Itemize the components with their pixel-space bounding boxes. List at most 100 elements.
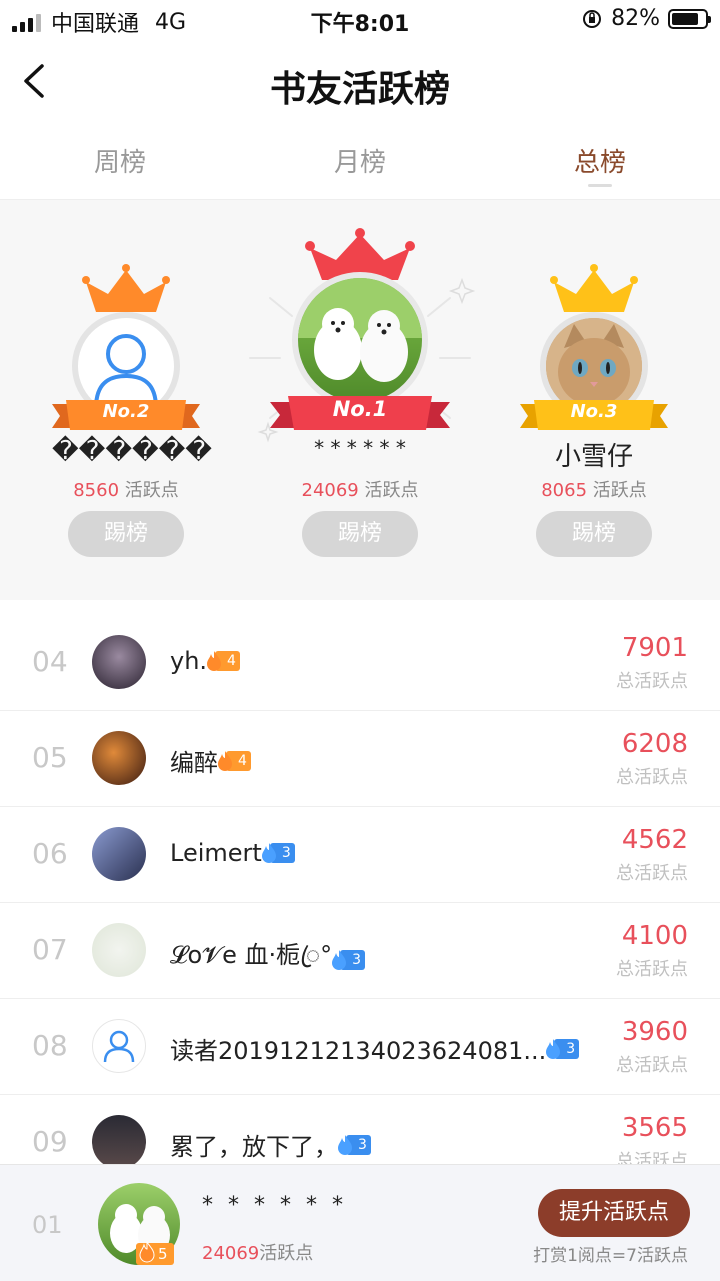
list-item[interactable]: 07 𝓛o𝓥e 血·栀ꦿ° 3 4100 总活跃点 bbox=[0, 903, 720, 999]
active-tab-indicator bbox=[588, 184, 612, 187]
flame-icon bbox=[207, 651, 222, 671]
rank-number: 04 bbox=[32, 645, 68, 678]
flame-icon bbox=[338, 1134, 352, 1155]
reward-hint: 打赏1阅点=7活跃点 bbox=[533, 1246, 688, 1266]
user-points: 8560 活跃点 bbox=[52, 476, 200, 502]
score-label: 总活跃点 bbox=[616, 863, 688, 884]
avatar[interactable] bbox=[92, 635, 146, 689]
score-label: 总活跃点 bbox=[616, 1055, 688, 1076]
crown-icon bbox=[82, 264, 170, 312]
avatar[interactable] bbox=[92, 1115, 146, 1169]
level-value: 3 bbox=[566, 1040, 576, 1057]
kick-button[interactable]: 踢榜 bbox=[536, 511, 652, 557]
podium-third: No.3 小雪仔 8065 活跃点 踢榜 bbox=[520, 260, 668, 560]
user-name-row: Leimert 3 bbox=[170, 839, 295, 867]
rank-badge-label: No.1 bbox=[332, 397, 388, 421]
user-name-row: 读者2019121213402362408​1... 3 bbox=[170, 1031, 610, 1066]
my-ranking-bar: 01 5 * * * * * * 24069活跃点 提升活跃点 打赏1阅点=7活… bbox=[0, 1164, 720, 1281]
points-value: 8065 bbox=[541, 480, 588, 501]
rank-badge-label: No.3 bbox=[570, 401, 618, 422]
level-badge: 3 bbox=[338, 1134, 371, 1155]
score-label: 总活跃点 bbox=[616, 671, 688, 692]
rank-badge-label: No.2 bbox=[102, 401, 150, 422]
list-item[interactable]: 04 yh. 4 7901 总活跃点 bbox=[0, 615, 720, 711]
level-value: 3 bbox=[352, 952, 362, 968]
level-value: 5 bbox=[158, 1245, 168, 1263]
avatar[interactable] bbox=[92, 923, 146, 977]
crown-icon bbox=[550, 264, 638, 312]
user-name: 𝓛o𝓥e 血·栀ꦿ° bbox=[170, 941, 333, 969]
battery-percent: 82% bbox=[611, 6, 660, 31]
rank-number: 08 bbox=[32, 1029, 68, 1062]
level-value: 3 bbox=[358, 1136, 367, 1153]
score-value: 4562 bbox=[621, 825, 688, 855]
rank-number: 09 bbox=[32, 1125, 68, 1158]
score-label: 总活跃点 bbox=[616, 959, 688, 980]
flame-icon bbox=[139, 1241, 155, 1263]
tab-weekly[interactable]: 周榜 bbox=[40, 142, 200, 179]
battery-icon bbox=[668, 8, 711, 29]
score-value: 3565 bbox=[621, 1113, 688, 1143]
user-name: 读者2019121213402362408​1... bbox=[170, 1037, 547, 1065]
status-bar: 中国联通 4G 下午8:01 82% bbox=[0, 0, 720, 40]
user-points: 24069 活跃点 bbox=[270, 476, 450, 502]
level-badge: 4 bbox=[207, 651, 240, 671]
user-points: 8065 活跃点 bbox=[520, 476, 668, 502]
ranking-tabs: 周榜 月榜 总榜 bbox=[0, 128, 720, 200]
avatar[interactable] bbox=[292, 272, 428, 408]
avatar[interactable] bbox=[92, 827, 146, 881]
my-level-badge: 5 bbox=[136, 1241, 174, 1265]
flame-icon bbox=[332, 950, 347, 970]
user-name: ������ bbox=[52, 436, 212, 466]
tab-total[interactable]: 总榜 bbox=[520, 142, 680, 179]
user-name: yh. bbox=[170, 647, 208, 675]
kick-button[interactable]: 踢榜 bbox=[302, 511, 418, 557]
points-value: 8560 bbox=[73, 480, 120, 501]
flame-icon bbox=[218, 750, 232, 771]
score-value: 3960 bbox=[621, 1017, 688, 1047]
my-points: 24069活跃点 bbox=[202, 1239, 313, 1265]
user-name: Leimert bbox=[170, 839, 262, 867]
avatar[interactable] bbox=[92, 1019, 146, 1073]
points-value: 24069 bbox=[301, 480, 359, 501]
level-value: 3 bbox=[281, 845, 291, 861]
boost-points-button[interactable]: 提升活跃点 bbox=[538, 1189, 690, 1237]
user-name: * * * * * * bbox=[314, 436, 406, 460]
rank-number: 07 bbox=[32, 933, 68, 966]
points-label: 活跃点 bbox=[124, 480, 179, 501]
avatar[interactable] bbox=[92, 731, 146, 785]
podium-second: No.2 ������ 8560 活跃点 踢榜 bbox=[52, 260, 212, 560]
user-name-row: yh. 4 bbox=[170, 647, 240, 675]
user-name: 编醉 bbox=[170, 749, 218, 777]
level-badge: 3 bbox=[546, 1038, 580, 1059]
kick-button[interactable]: 踢榜 bbox=[68, 511, 184, 557]
score-value: 7901 bbox=[621, 633, 688, 663]
level-badge: 4 bbox=[218, 750, 251, 771]
score-value: 6208 bbox=[621, 729, 688, 759]
list-item[interactable]: 05 编醉 4 6208 总活跃点 bbox=[0, 711, 720, 807]
podium-first: No.1 * * * * * * 24069 活跃点 踢榜 bbox=[249, 228, 476, 568]
orientation-lock-icon bbox=[583, 9, 602, 28]
list-item[interactable]: 06 Leimert 3 4562 总活跃点 bbox=[0, 807, 720, 903]
user-name-row: 累了，放下了， 3 bbox=[170, 1127, 371, 1162]
score-label: 总活跃点 bbox=[616, 767, 688, 788]
tab-monthly[interactable]: 月榜 bbox=[280, 142, 440, 179]
rank-number: 05 bbox=[32, 741, 68, 774]
nav-bar: 书友活跃榜 bbox=[0, 40, 720, 128]
podium: No.2 ������ 8560 活跃点 踢榜 No.1 * * * * * *… bbox=[0, 200, 720, 600]
user-name: 小雪仔 bbox=[554, 442, 633, 472]
rank-number: 06 bbox=[32, 837, 68, 870]
user-name-row: 𝓛o𝓥e 血·栀ꦿ° 3 bbox=[170, 935, 366, 985]
flame-icon bbox=[261, 843, 276, 863]
default-user-icon bbox=[103, 1030, 135, 1063]
score-value: 4100 bbox=[621, 921, 688, 951]
dogs-photo bbox=[298, 278, 422, 382]
level-value: 4 bbox=[238, 752, 247, 769]
list-item[interactable]: 08 读者2019121213402362408​1... 3 3960 总活跃… bbox=[0, 999, 720, 1095]
level-badge: 3 bbox=[261, 843, 295, 863]
user-name-row: 编醉 4 bbox=[170, 743, 251, 778]
flame-icon bbox=[546, 1038, 561, 1059]
user-name: 累了，放下了， bbox=[170, 1133, 338, 1161]
my-name: * * * * * * bbox=[202, 1193, 347, 1218]
level-value: 4 bbox=[227, 653, 236, 669]
